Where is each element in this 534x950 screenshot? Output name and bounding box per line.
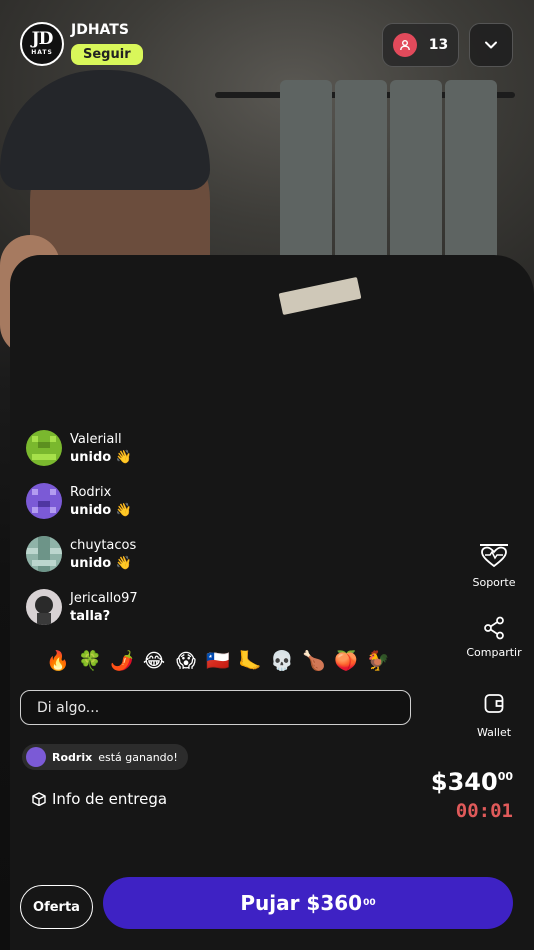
- avatar[interactable]: [26, 430, 62, 466]
- winner-username[interactable]: Rodrix: [52, 751, 92, 764]
- chat-username[interactable]: chuytacos: [70, 538, 136, 553]
- seller-logo[interactable]: JD HATS: [20, 22, 64, 66]
- share-icon: [484, 616, 504, 640]
- bid-button[interactable]: Pujar $360 00: [103, 877, 513, 929]
- chat-username[interactable]: Jericallo97: [70, 591, 138, 606]
- auction-timer: 00:01: [455, 800, 513, 822]
- wallet-label: Wallet: [476, 726, 512, 739]
- avatar[interactable]: [26, 483, 62, 519]
- person-icon: [392, 33, 417, 57]
- follow-button[interactable]: Seguir: [71, 44, 143, 65]
- emoji-scream-button[interactable]: 😱: [170, 648, 202, 674]
- avatar[interactable]: [26, 536, 62, 572]
- emoji-peach-button[interactable]: 🍑: [330, 648, 362, 674]
- wallet-icon: [484, 694, 504, 713]
- seller-header: JD HATS JDHATS Seguir: [20, 22, 143, 66]
- emoji-pepper-button[interactable]: 🌶️: [106, 648, 138, 674]
- wallet-button[interactable]: Wallet: [454, 692, 534, 739]
- emoji-reaction-bar: 🔥 🍀 🌶️ 😂 😱 🇨🇱 🦶 💀 🍗 🍑 🐓: [42, 648, 394, 674]
- chat-feed: Valeriall unido 👋 Rodrix unido 👋 chuytac…: [26, 430, 286, 642]
- avatar: [26, 747, 46, 767]
- support-label: Soporte: [472, 576, 516, 589]
- emoji-flag-button[interactable]: 🇨🇱: [202, 648, 234, 674]
- chat-message: Jericallo97 talla?: [26, 589, 286, 642]
- emoji-laugh-button[interactable]: 😂: [138, 648, 170, 674]
- emoji-fire-button[interactable]: 🔥: [42, 648, 74, 674]
- emoji-foot-button[interactable]: 🦶: [234, 648, 266, 674]
- chevron-down-icon: [485, 41, 497, 49]
- chat-username[interactable]: Rodrix: [70, 485, 132, 500]
- package-icon: [32, 792, 46, 806]
- heart-support-icon: [480, 544, 508, 568]
- chat-username[interactable]: Valeriall: [70, 432, 132, 447]
- share-button[interactable]: Compartir: [454, 616, 534, 659]
- seller-name[interactable]: JDHATS: [71, 22, 143, 38]
- current-price: $34000: [430, 768, 513, 796]
- avatar[interactable]: [26, 589, 62, 625]
- support-button[interactable]: Soporte: [454, 542, 534, 589]
- chat-message: Rodrix unido 👋: [26, 483, 286, 536]
- emoji-clover-button[interactable]: 🍀: [74, 648, 106, 674]
- collapse-button[interactable]: [469, 23, 513, 67]
- chat-message: Valeriall unido 👋: [26, 430, 286, 483]
- offer-button[interactable]: Oferta: [20, 885, 93, 929]
- chat-text: talla?: [70, 609, 111, 624]
- share-label: Compartir: [466, 646, 522, 659]
- chat-text: unido 👋: [70, 450, 132, 465]
- chat-message: chuytacos unido 👋: [26, 536, 286, 589]
- emoji-drumstick-button[interactable]: 🍗: [298, 648, 330, 674]
- chat-text: unido 👋: [70, 503, 132, 518]
- chat-input[interactable]: [20, 690, 411, 725]
- emoji-skull-button[interactable]: 💀: [266, 648, 298, 674]
- viewer-count: 13: [428, 37, 449, 53]
- winner-status: está ganando!: [98, 750, 178, 764]
- delivery-info-link[interactable]: Info de entrega: [32, 790, 167, 808]
- viewer-count-badge[interactable]: 13: [382, 23, 459, 67]
- emoji-rooster-button[interactable]: 🐓: [362, 648, 394, 674]
- winning-bidder-badge: Rodrix está ganando!: [22, 744, 188, 770]
- chat-text: unido 👋: [70, 556, 132, 571]
